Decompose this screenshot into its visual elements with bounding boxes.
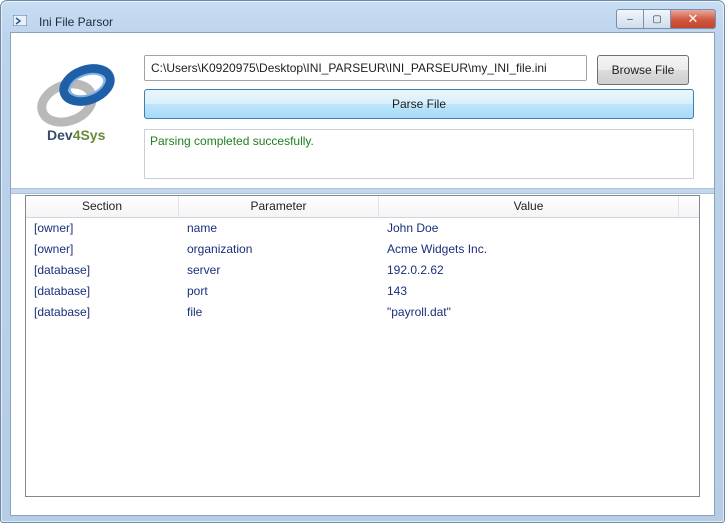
app-icon <box>13 15 27 26</box>
logo-text: Dev4Sys <box>47 127 105 143</box>
column-header-filler <box>679 196 699 217</box>
cell-value: 143 <box>387 284 408 298</box>
title-bar[interactable]: Ini File Parsor – ▢ ✕ <box>1 1 724 31</box>
cell-parameter: name <box>187 221 218 235</box>
cell-section: [database] <box>34 284 91 298</box>
table-row[interactable]: [database] server 192.0.2.62 <box>26 260 699 281</box>
table-row[interactable]: [owner] organization Acme Widgets Inc. <box>26 239 699 260</box>
grid-body: [owner] name John Doe [owner] organizati… <box>26 218 699 323</box>
table-row[interactable]: [database] file "payroll.dat" <box>26 302 699 323</box>
cell-section: [owner] <box>34 221 74 235</box>
logo-text-main: Dev <box>47 127 73 143</box>
column-header-section[interactable]: Section <box>26 196 179 217</box>
maximize-button[interactable]: ▢ <box>644 9 671 29</box>
logo-text-accent: 4Sys <box>72 127 106 143</box>
table-row[interactable]: [database] port 143 <box>26 281 699 302</box>
cell-parameter: organization <box>187 242 253 256</box>
client-area: Dev4Sys Browse File Parse File Parsing c… <box>10 32 715 516</box>
grid-header: Section Parameter Value <box>26 196 699 218</box>
cell-parameter: server <box>187 263 221 277</box>
column-header-value[interactable]: Value <box>379 196 679 217</box>
cell-section: [database] <box>34 305 91 319</box>
cell-parameter: port <box>187 284 208 298</box>
window-title: Ini File Parsor <box>39 15 114 29</box>
cell-parameter: file <box>187 305 203 319</box>
cell-value: "payroll.dat" <box>387 305 451 319</box>
app-window: Ini File Parsor – ▢ ✕ Dev4Sys Browse Fil… <box>0 0 725 523</box>
close-button[interactable]: ✕ <box>671 9 716 29</box>
minimize-button[interactable]: – <box>616 9 644 29</box>
cell-section: [database] <box>34 263 91 277</box>
table-row[interactable]: [owner] name John Doe <box>26 218 699 239</box>
top-panel: Dev4Sys Browse File Parse File Parsing c… <box>11 33 714 188</box>
column-header-parameter[interactable]: Parameter <box>179 196 379 217</box>
results-grid: Section Parameter Value [owner] name Joh… <box>25 195 700 497</box>
cell-value: Acme Widgets Inc. <box>387 242 488 256</box>
cell-value: 192.0.2.62 <box>387 263 444 277</box>
status-message: Parsing completed succesfully. <box>144 129 694 179</box>
browse-file-button[interactable]: Browse File <box>597 55 689 85</box>
splitter[interactable] <box>11 188 714 194</box>
caption-buttons: – ▢ ✕ <box>616 9 716 29</box>
cell-section: [owner] <box>34 242 74 256</box>
parse-file-button[interactable]: Parse File <box>144 89 694 119</box>
file-path-input[interactable] <box>144 55 587 81</box>
cell-value: John Doe <box>387 221 439 235</box>
